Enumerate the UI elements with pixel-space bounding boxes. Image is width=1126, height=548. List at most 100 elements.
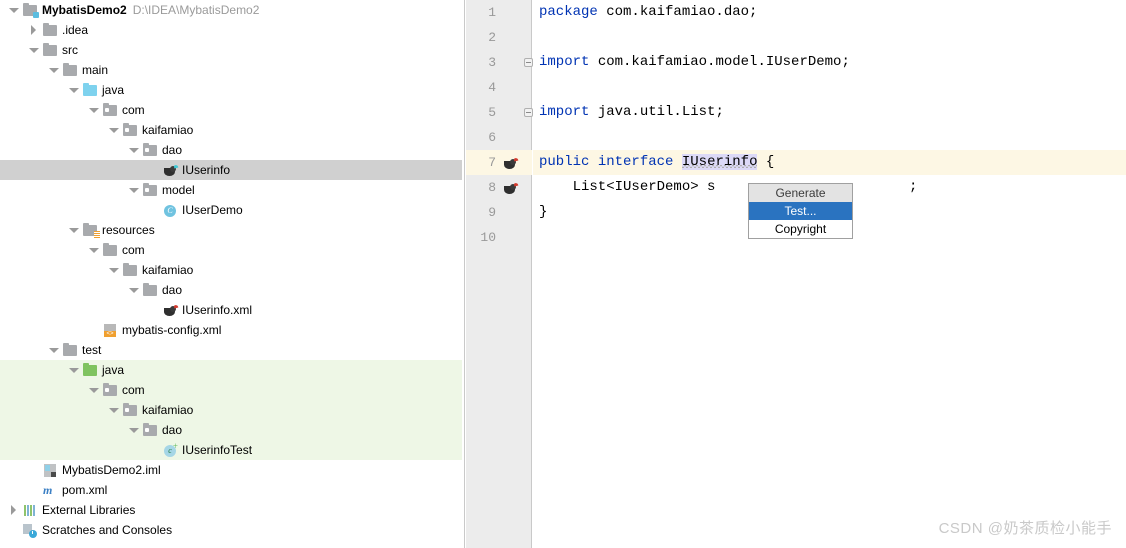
tree-row[interactable]: kaifamiao [0, 400, 462, 420]
chevron-down-icon[interactable] [88, 105, 99, 116]
tree-row[interactable]: com [0, 240, 462, 260]
package-folder-icon [102, 102, 118, 118]
tree-row[interactable]: src [0, 40, 462, 60]
code-editor[interactable]: 1 2 3 4 5 6 7 8 9 10 package com.kaifamiao.dao; im… [466, 0, 1126, 548]
line-number: 2 [488, 30, 496, 45]
gutter-line[interactable]: 2 [466, 25, 532, 50]
tree-row[interactable]: main [0, 60, 462, 80]
gutter-line[interactable]: 9 [466, 200, 532, 225]
gutter-line[interactable]: 10 [466, 225, 532, 250]
chevron-down-icon[interactable] [128, 285, 139, 296]
gutter-line[interactable]: 8 [466, 175, 532, 200]
line-number: 1 [488, 5, 496, 20]
tree-row[interactable]: dao [0, 140, 462, 160]
tree-row-label: pom.xml [62, 483, 108, 497]
line-number: 8 [488, 180, 496, 195]
chevron-down-icon[interactable] [108, 405, 119, 416]
code-line[interactable]: import com.kaifamiao.model.IUserDemo; [524, 50, 1126, 75]
tree-row[interactable]: c + IUserinfoTest [0, 440, 462, 460]
tree-editor-divider [462, 0, 465, 548]
tree-row-label: kaifamiao [142, 403, 194, 417]
chevron-down-icon[interactable] [68, 225, 79, 236]
tree-row[interactable]: .idea [0, 20, 462, 40]
chevron-down-icon[interactable] [68, 365, 79, 376]
tree-row[interactable]: MybatisDemo2.iml [0, 460, 462, 480]
tree-row[interactable]: dao [0, 280, 462, 300]
chevron-down-icon[interactable] [68, 85, 79, 96]
editor-gutter[interactable]: 1 2 3 4 5 6 7 8 9 10 [466, 0, 532, 548]
gutter-line[interactable]: 4 [466, 75, 532, 100]
tree-row-label: main [82, 63, 109, 77]
chevron-down-icon[interactable] [128, 425, 139, 436]
tree-row[interactable]: dao [0, 420, 462, 440]
tree-row[interactable]: m pom.xml [0, 480, 462, 500]
code-keyword: import [539, 54, 590, 70]
tree-row-label: com [122, 103, 145, 117]
project-tool-window[interactable]: MybatisDemo2 D:\IDEA\MybatisDemo2 .idea src… [0, 0, 462, 548]
tree-row[interactable]: <> mybatis-config.xml [0, 320, 462, 340]
folder-icon [142, 282, 158, 298]
mybatis-statement-gutter-icon[interactable] [502, 180, 519, 195]
tree-row[interactable]: C IUserDemo [0, 200, 462, 220]
code-line[interactable]: public interface IUserinfo { [533, 150, 1126, 175]
tree-row-label: kaifamiao [142, 123, 194, 137]
tree-row[interactable]: IUserinfo.xml [0, 300, 462, 320]
chevron-down-icon[interactable] [48, 65, 59, 76]
tree-row[interactable]: kaifamiao [0, 260, 462, 280]
chevron-down-icon[interactable] [48, 345, 59, 356]
tree-row-label: com [122, 243, 145, 257]
chevron-down-icon[interactable] [108, 265, 119, 276]
popup-menu-item[interactable]: Test... [749, 202, 852, 220]
tree-row[interactable]: IUserinfo [0, 160, 462, 180]
code-line[interactable] [533, 125, 1126, 150]
popup-menu-item[interactable]: Copyright [749, 220, 852, 238]
gutter-line[interactable]: 7 [466, 150, 532, 175]
code-text: java.util.List; [589, 104, 724, 120]
package-folder-icon [122, 402, 138, 418]
chevron-right-icon[interactable] [28, 24, 39, 36]
code-fold-toggle[interactable] [524, 108, 533, 117]
package-folder-icon [142, 142, 158, 158]
chevron-right-icon[interactable] [8, 504, 19, 516]
mybatis-mapper-gutter-icon[interactable] [502, 155, 519, 170]
editor-code-area[interactable]: package com.kaifamiao.dao; import com.kai… [524, 0, 1126, 548]
tree-row-label: IUserinfo [182, 163, 231, 177]
gutter-line[interactable]: 3 [466, 50, 532, 75]
folder-icon [122, 262, 138, 278]
chevron-down-icon[interactable] [128, 145, 139, 156]
chevron-down-icon[interactable] [28, 45, 39, 56]
tree-row[interactable]: test [0, 340, 462, 360]
tree-row[interactable]: External Libraries [0, 500, 462, 520]
code-line[interactable] [533, 25, 1126, 50]
chevron-down-icon[interactable] [88, 385, 99, 396]
chevron-down-icon[interactable] [88, 245, 99, 256]
package-folder-icon [102, 382, 118, 398]
tree-row[interactable]: kaifamiao [0, 120, 462, 140]
tree-row[interactable]: model [0, 180, 462, 200]
gutter-line[interactable]: 5 [466, 100, 532, 125]
tree-row-label: IUserinfoTest [182, 443, 253, 457]
gutter-line[interactable]: 6 [466, 125, 532, 150]
code-line[interactable]: package com.kaifamiao.dao; [533, 0, 1126, 25]
code-keyword: import [539, 104, 590, 120]
tree-row[interactable]: Scratches and Consoles [0, 520, 462, 540]
code-line[interactable]: import java.util.List; [524, 100, 1126, 125]
tree-row[interactable]: com [0, 100, 462, 120]
gutter-line[interactable]: 1 [466, 0, 532, 25]
chevron-down-icon[interactable] [8, 5, 19, 16]
generate-popup-menu[interactable]: Generate Test... Copyright [748, 183, 853, 239]
chevron-down-icon[interactable] [128, 185, 139, 196]
code-line[interactable] [533, 75, 1126, 100]
tree-row[interactable]: resources [0, 220, 462, 240]
chevron-down-icon[interactable] [108, 125, 119, 136]
code-fold-toggle[interactable] [524, 58, 533, 67]
tree-row-label: MybatisDemo2.iml [62, 463, 161, 477]
tree-row[interactable]: java [0, 360, 462, 380]
tree-row[interactable]: com [0, 380, 462, 400]
folder-icon [42, 22, 58, 38]
tree-row[interactable]: java [0, 80, 462, 100]
tree-row[interactable]: MybatisDemo2 D:\IDEA\MybatisDemo2 [0, 0, 462, 20]
